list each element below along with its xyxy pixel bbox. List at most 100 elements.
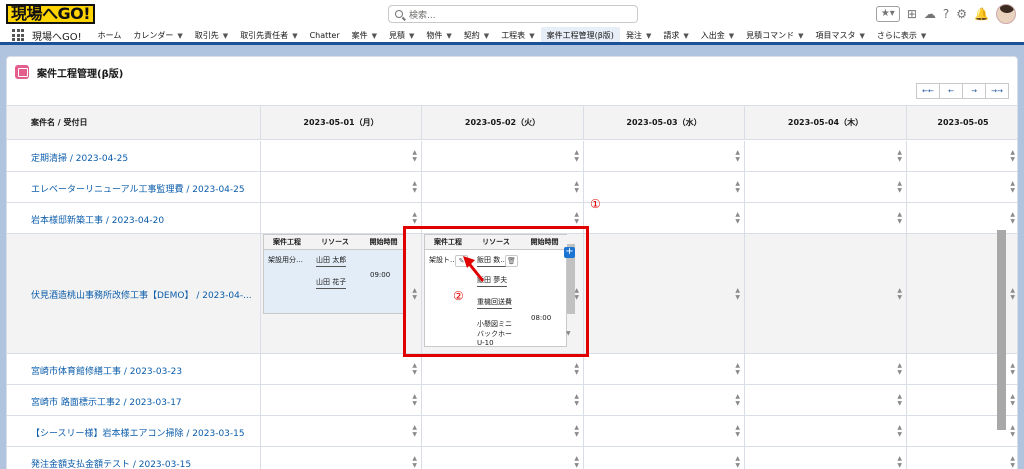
day-cell[interactable]: ▲ ▼	[260, 354, 421, 384]
cell-scroll-icon[interactable]: ▲ ▼	[897, 393, 902, 407]
cell-scroll-icon[interactable]: ▲ ▼	[735, 211, 740, 225]
cell-scroll-icon[interactable]: ▲ ▼	[735, 287, 740, 301]
chevron-down-icon[interactable]: ▼	[446, 32, 451, 40]
day-cell[interactable]: ▲ ▼	[583, 416, 744, 446]
nav-item[interactable]: 物件 ▼	[420, 27, 457, 44]
avatar[interactable]	[996, 4, 1016, 24]
cell-scroll-icon[interactable]: ▲ ▼	[897, 180, 902, 194]
nav-item[interactable]: 入出金 ▼	[695, 27, 740, 44]
cell-scroll-icon[interactable]: ▲ ▼	[897, 455, 902, 469]
cell-scroll-icon[interactable]: ▲ ▼	[574, 362, 579, 376]
nav-item[interactable]: ホーム	[92, 27, 128, 44]
day-cell[interactable]: ▲ ▼	[421, 172, 583, 202]
day-cell[interactable]: ▲ ▼	[421, 447, 583, 469]
chevron-down-icon[interactable]: ▼	[798, 32, 803, 40]
project-link[interactable]: 宮崎市 路面標示工事2 / 2023-03-17	[31, 395, 182, 408]
cell-scroll-icon[interactable]: ▲ ▼	[574, 180, 579, 194]
nav-item[interactable]: 案件工程管理(β版)	[540, 26, 620, 44]
nav-item[interactable]: 項目マスタ ▼	[810, 27, 871, 44]
cell-scroll-icon[interactable]: ▲ ▼	[897, 211, 902, 225]
nav-item[interactable]: カレンダー ▼	[127, 27, 188, 44]
day-cell[interactable]: ▲ ▼	[421, 416, 583, 446]
cell-scroll-icon[interactable]: ▲ ▼	[412, 211, 417, 225]
nav-item[interactable]: 取引先責任者 ▼	[234, 27, 303, 44]
project-link[interactable]: 発注金額支払金額テスト / 2023-03-15	[31, 457, 191, 469]
resource-cell[interactable]: 山田 花子	[316, 277, 347, 289]
project-link[interactable]: 【シースリー様】岩本様エアコン掃除 / 2023-03-15	[31, 426, 245, 439]
cell-scroll-icon[interactable]: ▲ ▼	[412, 424, 417, 438]
project-link[interactable]: 伏見酒造桃山事務所改修工事【DEMO】 / 2023-04-...	[31, 288, 252, 301]
cell-scroll-icon[interactable]: ▲ ▼	[735, 180, 740, 194]
day-cell[interactable]: ▲ ▼	[744, 203, 906, 233]
cell-scroll-icon[interactable]: ▲ ▼	[735, 393, 740, 407]
day-cell[interactable]: ▲ ▼	[583, 141, 744, 171]
favorites-icon[interactable]: ★▾	[875, 6, 900, 22]
cell-scroll-icon[interactable]: ▲ ▼	[1010, 424, 1015, 438]
chevron-down-icon[interactable]: ▼	[921, 32, 926, 40]
nav-item[interactable]: 案件 ▼	[346, 27, 383, 44]
nav-item[interactable]: Chatter	[304, 27, 346, 44]
page-scrollbar[interactable]	[997, 230, 1006, 430]
day-cell[interactable]: ▲ ▼	[583, 172, 744, 202]
nav-item[interactable]: 発注 ▼	[620, 27, 657, 44]
nav-item[interactable]: 契約 ▼	[458, 27, 495, 44]
nav-item[interactable]: さらに表示 ▼	[871, 27, 932, 44]
day-cell[interactable]: ▲ ▼	[906, 172, 1017, 202]
cell-scroll-icon[interactable]: ▲ ▼	[735, 149, 740, 163]
gear-icon[interactable]: ⚙	[956, 4, 967, 24]
day-cell[interactable]: ▲ ▼	[583, 354, 744, 384]
cell-scroll-icon[interactable]: ▲ ▼	[735, 424, 740, 438]
chevron-down-icon[interactable]: ▼	[729, 32, 734, 40]
chevron-down-icon[interactable]: ▼	[292, 32, 297, 40]
prev-page-button[interactable]: ←	[939, 83, 963, 99]
project-link[interactable]: 定期清掃 / 2023-04-25	[31, 151, 128, 164]
day-cell[interactable]: ▲ ▼	[421, 141, 583, 171]
cell-scroll-icon[interactable]: ▲ ▼	[735, 362, 740, 376]
cell-scroll-icon[interactable]: ▲ ▼	[574, 211, 579, 225]
day-cell[interactable]: ▲ ▼	[421, 354, 583, 384]
nav-item[interactable]: 見積コマンド ▼	[740, 27, 809, 44]
nav-item[interactable]: 見積 ▼	[383, 27, 420, 44]
chevron-down-icon[interactable]: ▼	[484, 32, 489, 40]
app-logo[interactable]: 現場へGO!	[6, 3, 96, 25]
cell-scroll-icon[interactable]: ▲ ▼	[412, 393, 417, 407]
day-cell[interactable]: ▲ ▼	[583, 203, 744, 233]
inner-scroll-down-icon[interactable]: ▼	[566, 330, 1020, 337]
chevron-down-icon[interactable]: ▼	[177, 32, 182, 40]
help-icon[interactable]: ?	[943, 4, 949, 24]
cell-scroll-icon[interactable]: ▲ ▼	[574, 455, 579, 469]
chevron-down-icon[interactable]: ▼	[529, 32, 534, 40]
cell-scroll-icon[interactable]: ▲ ▼	[897, 149, 902, 163]
day-cell[interactable]: ▲ ▼	[260, 447, 421, 469]
chevron-down-icon[interactable]: ▼	[683, 32, 688, 40]
day-cell[interactable]: ▲ ▼	[260, 385, 421, 415]
cell-scroll-icon[interactable]: ▲ ▼	[412, 180, 417, 194]
cell-scroll-icon[interactable]: ▲ ▼	[574, 424, 579, 438]
cell-scroll-icon[interactable]: ▲ ▼	[1010, 211, 1015, 225]
cell-scroll-icon[interactable]: ▲ ▼	[897, 424, 902, 438]
cell-scroll-icon[interactable]: ▲ ▼	[1010, 362, 1015, 376]
cell-scroll-icon[interactable]: ▲ ▼	[574, 149, 579, 163]
next-page-button[interactable]: →	[962, 83, 986, 99]
cell-scroll-icon[interactable]: ▲ ▼	[412, 149, 417, 163]
cell-scroll-icon[interactable]: ▲ ▼	[1010, 180, 1015, 194]
day-cell[interactable]: ▲ ▼	[583, 447, 744, 469]
global-search-input[interactable]: 検索...	[388, 5, 638, 23]
day-cell[interactable]: ▲ ▼	[744, 385, 906, 415]
day-cell[interactable]: ▲ ▼	[744, 447, 906, 469]
cell-scroll-icon[interactable]: ▲ ▼	[735, 455, 740, 469]
day-cell[interactable]: ▲ ▼	[744, 141, 906, 171]
day-cell[interactable]: ▲ ▼	[260, 416, 421, 446]
day-cell[interactable]: ▲ ▼	[744, 172, 906, 202]
cloud-icon[interactable]: ☁	[924, 4, 936, 24]
nav-item[interactable]: 取引先 ▼	[189, 27, 234, 44]
day-cell[interactable]: ▲ ▼	[583, 385, 744, 415]
chevron-down-icon[interactable]: ▼	[409, 32, 414, 40]
cell-scroll-icon[interactable]: ▲ ▼	[1010, 393, 1015, 407]
chevron-down-icon[interactable]: ▼	[860, 32, 865, 40]
bell-icon[interactable]: 🔔	[974, 4, 989, 24]
cell-scroll-icon[interactable]: ▲ ▼	[1010, 455, 1015, 469]
cell-scroll-icon[interactable]: ▲ ▼	[897, 362, 902, 376]
process-cell[interactable]: 架設用分…	[268, 255, 303, 265]
resource-cell[interactable]: 山田 太郎	[316, 255, 347, 267]
